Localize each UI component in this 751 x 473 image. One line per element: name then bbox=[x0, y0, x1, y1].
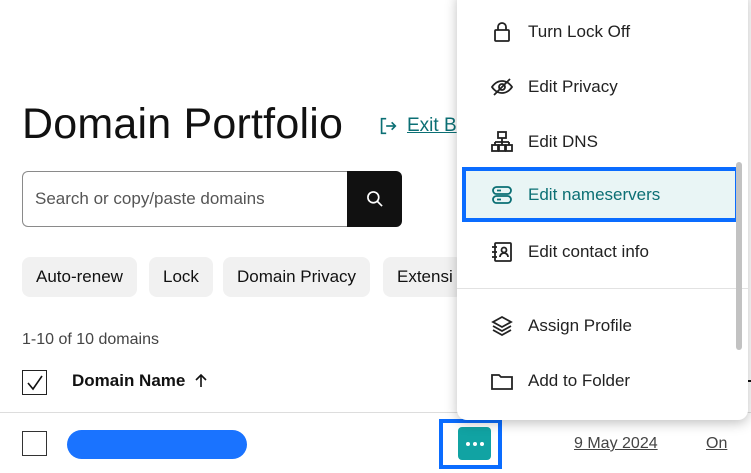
menu-item-label: Edit contact info bbox=[528, 241, 649, 261]
menu-item-label: Edit DNS bbox=[528, 131, 598, 151]
menu-item-edit-contact-info[interactable]: Edit contact info bbox=[457, 224, 748, 279]
menu-item-edit-dns[interactable]: Edit DNS bbox=[457, 114, 748, 169]
menu-item-label: Turn Lock Off bbox=[528, 21, 631, 41]
menu-item-label: Assign Profile bbox=[528, 315, 632, 335]
contact-card-icon bbox=[492, 241, 512, 262]
sort-arrow-up-icon bbox=[195, 373, 207, 387]
ellipsis-dot bbox=[465, 441, 470, 446]
exit-icon bbox=[380, 117, 397, 135]
dns-icon bbox=[491, 130, 513, 152]
menu-item-edit-privacy[interactable]: Edit Privacy bbox=[457, 59, 748, 114]
results-count: 1-10 of 10 domains bbox=[22, 331, 159, 348]
menu-item-label: Add to Folder bbox=[528, 370, 631, 390]
checkmark-icon bbox=[26, 375, 43, 390]
search-bar bbox=[22, 171, 402, 227]
filter-chip-auto-renew[interactable]: Auto-renew bbox=[22, 257, 137, 297]
select-all-checkbox[interactable] bbox=[22, 370, 47, 395]
menu-item-label: Edit nameservers bbox=[528, 184, 661, 204]
search-icon bbox=[366, 191, 383, 207]
column-header-label: Domain Name bbox=[72, 371, 186, 390]
search-input[interactable] bbox=[22, 171, 347, 227]
exit-link[interactable]: Exit B bbox=[377, 115, 457, 137]
menu-item-turn-lock-off[interactable]: Turn Lock Off bbox=[457, 4, 748, 59]
menu-item-edit-nameservers[interactable]: Edit nameservers bbox=[457, 167, 748, 222]
domain-name-redacted[interactable] bbox=[67, 430, 247, 459]
ellipsis-dot bbox=[479, 441, 484, 446]
filter-chip-lock[interactable]: Lock bbox=[149, 257, 213, 297]
menu-item-label: Edit Privacy bbox=[528, 76, 618, 96]
layers-icon bbox=[491, 315, 513, 336]
page-title: Domain Portfolio bbox=[22, 100, 344, 148]
column-header-domain-name[interactable]: Domain Name bbox=[72, 371, 209, 391]
menu-item-assign-profile[interactable]: Assign Profile bbox=[457, 298, 748, 353]
menu-scrollbar[interactable] bbox=[736, 162, 742, 350]
filter-chip-extensions[interactable]: Extensi bbox=[383, 257, 463, 297]
eye-off-icon bbox=[490, 77, 514, 96]
ellipsis-dot bbox=[472, 441, 477, 446]
filter-chip-domain-privacy[interactable]: Domain Privacy bbox=[223, 257, 371, 297]
search-button[interactable] bbox=[347, 171, 402, 227]
row-checkbox[interactable] bbox=[22, 431, 47, 456]
more-actions-button[interactable] bbox=[458, 427, 491, 460]
nameserver-icon bbox=[492, 185, 512, 204]
auto-renew-status[interactable]: On bbox=[706, 435, 727, 453]
exit-link-label: Exit B bbox=[407, 115, 457, 136]
menu-separator bbox=[457, 288, 748, 289]
expiration-date[interactable]: 9 May 2024 bbox=[574, 435, 658, 453]
lock-icon bbox=[494, 21, 510, 42]
menu-item-add-to-folder[interactable]: Add to Folder bbox=[457, 353, 748, 408]
folder-icon bbox=[491, 373, 513, 390]
